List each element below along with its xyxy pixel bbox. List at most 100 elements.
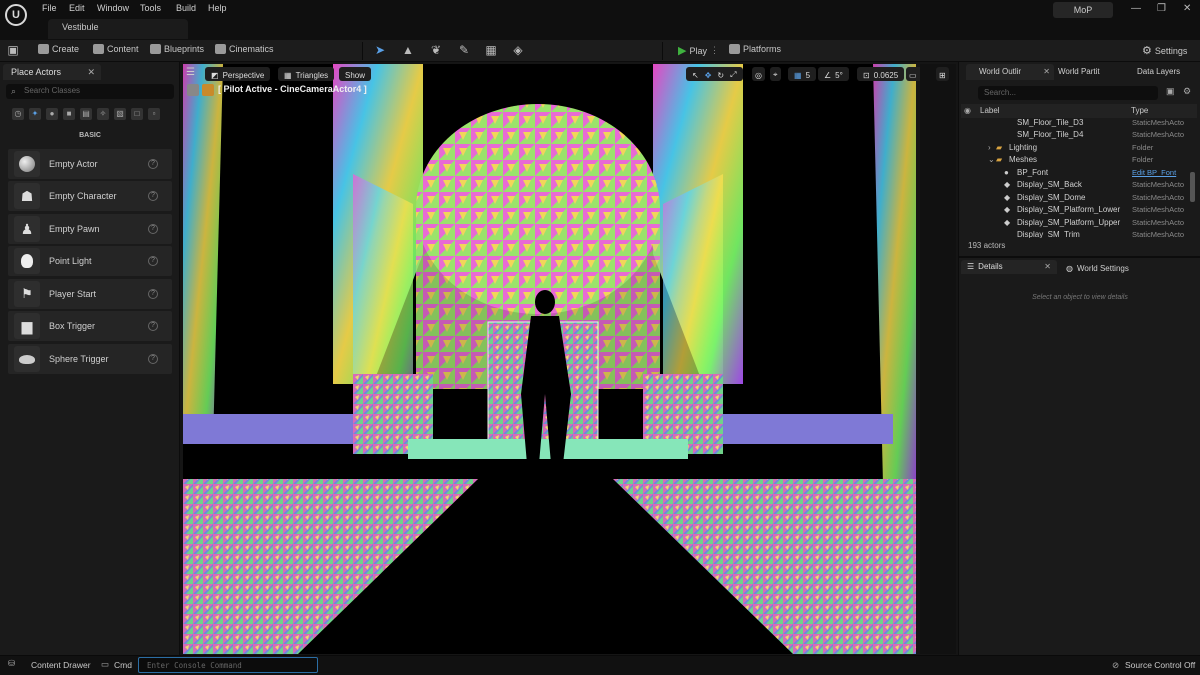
- translate-icon[interactable]: ✥: [705, 71, 712, 80]
- tab-world-settings[interactable]: ◍ World Settings: [1066, 261, 1129, 277]
- menu-edit[interactable]: Edit: [69, 3, 85, 13]
- rotation-snap-button[interactable]: ∠ 5°: [818, 67, 849, 81]
- grid-snap-button[interactable]: ▦ 5: [788, 67, 817, 81]
- all-classes-icon[interactable]: □: [131, 108, 143, 120]
- tab-details[interactable]: ☰ Details ✕: [961, 260, 1057, 274]
- recent-icon[interactable]: ◷: [12, 108, 24, 120]
- source-control-button[interactable]: Source Control Off: [1125, 660, 1195, 670]
- select-icon[interactable]: ↖: [692, 71, 699, 80]
- play-button[interactable]: ▶ Play ⋮: [678, 44, 719, 57]
- minimize-icon[interactable]: —: [1131, 3, 1141, 14]
- cmd-button[interactable]: Cmd: [114, 660, 132, 670]
- select-mode-icon[interactable]: ➤: [373, 43, 387, 57]
- cinematics-button[interactable]: Cinematics: [215, 44, 274, 54]
- level-viewport[interactable]: [183, 64, 916, 654]
- actor-empty-pawn[interactable]: ♟ Empty Pawn?: [8, 214, 172, 244]
- world-local-toggle[interactable]: ◎: [752, 67, 765, 81]
- help-icon[interactable]: ?: [148, 256, 158, 266]
- edit-blueprint-link[interactable]: Edit BP_Font: [1132, 168, 1176, 177]
- camera-thumb-icon[interactable]: [187, 84, 199, 96]
- close-tab-icon[interactable]: ✕: [1044, 262, 1051, 271]
- actor-sphere-trigger[interactable]: Sphere Trigger?: [8, 344, 172, 374]
- outliner-scrollbar[interactable]: [1190, 172, 1195, 202]
- outliner-row[interactable]: ◆ Display_SM_Back StaticMeshActo: [961, 180, 1191, 192]
- outliner-row[interactable]: ◆ Display_SM_Platform_Upper StaticMeshActo: [961, 218, 1191, 230]
- play-options-icon[interactable]: ⋮: [710, 45, 719, 56]
- lights-category-icon[interactable]: ●: [46, 108, 58, 120]
- maximize-icon[interactable]: ❐: [1157, 3, 1166, 14]
- outliner-row[interactable]: ◆ Display_SM_Platform_Lower StaticMeshActo: [961, 205, 1191, 217]
- project-name: MoP: [1053, 2, 1113, 18]
- actor-empty-actor[interactable]: Empty Actor?: [8, 149, 172, 179]
- menu-file[interactable]: File: [42, 3, 57, 13]
- content-button[interactable]: Content: [93, 44, 139, 54]
- help-icon[interactable]: ?: [148, 354, 158, 364]
- close-icon[interactable]: ✕: [1183, 3, 1191, 14]
- shapes-category-icon[interactable]: ■: [63, 108, 75, 120]
- help-icon[interactable]: ?: [148, 224, 158, 234]
- create-button[interactable]: Create: [38, 44, 79, 54]
- outliner-row[interactable]: SM_Floor_Tile_D4 StaticMeshActo: [961, 130, 1191, 142]
- view-mode-button[interactable]: ▦ Triangles: [278, 67, 335, 81]
- menu-window[interactable]: Window: [97, 3, 129, 13]
- outliner-row[interactable]: SM_Floor_Tile_D3 StaticMeshActo: [961, 118, 1191, 130]
- settings-button[interactable]: ⚙ Settings: [1142, 44, 1187, 57]
- scale-icon[interactable]: ⤢: [730, 70, 736, 80]
- basic-category-icon[interactable]: ✦: [29, 108, 41, 120]
- search-classes-input[interactable]: Search Classes: [6, 84, 174, 99]
- console-input[interactable]: Enter Console Command: [138, 657, 318, 673]
- foliage-mode-icon[interactable]: ❦: [429, 43, 443, 57]
- col-label[interactable]: Label: [980, 106, 1000, 115]
- mesh-paint-icon[interactable]: ✎: [457, 43, 471, 57]
- more-category-icon[interactable]: ▫: [148, 108, 160, 120]
- actor-point-light[interactable]: Point Light?: [8, 246, 172, 276]
- perspective-button[interactable]: ◩ Perspective: [205, 67, 271, 81]
- cinematic-category-icon[interactable]: ▤: [80, 108, 92, 120]
- scale-snap-button[interactable]: ⊡ 0.0625: [857, 67, 905, 81]
- fracture-mode-icon[interactable]: ▦: [484, 43, 498, 57]
- tab-world-outliner[interactable]: World Outlir ✕: [966, 64, 1054, 80]
- show-button[interactable]: Show: [339, 67, 372, 81]
- menu-help[interactable]: Help: [208, 3, 227, 13]
- viewport-menu-icon[interactable]: ☰: [186, 67, 195, 78]
- settings-gear-icon[interactable]: ⚙: [1183, 86, 1191, 97]
- close-tab-icon[interactable]: ✕: [87, 67, 95, 78]
- help-icon[interactable]: ?: [148, 321, 158, 331]
- menu-build[interactable]: Build: [176, 3, 196, 13]
- outliner-row[interactable]: ◆ Display_SM_Dome StaticMeshActo: [961, 193, 1191, 205]
- blueprints-button[interactable]: Blueprints: [150, 44, 204, 54]
- actor-empty-character[interactable]: ☗ Empty Character?: [8, 181, 172, 211]
- content-drawer-button[interactable]: Content Drawer: [31, 660, 91, 670]
- tab-world-partition[interactable]: World Partit: [1045, 64, 1100, 80]
- expand-arrow-icon[interactable]: ›: [988, 143, 991, 152]
- add-folder-icon[interactable]: ▣: [1166, 86, 1175, 97]
- help-icon[interactable]: ?: [148, 191, 158, 201]
- landscape-mode-icon[interactable]: ▲: [401, 43, 415, 57]
- modeling-mode-icon[interactable]: ◈: [511, 43, 525, 57]
- volumes-category-icon[interactable]: ▧: [114, 108, 126, 120]
- surface-snap-button[interactable]: ⌖: [770, 67, 781, 81]
- eye-icon[interactable]: ◉: [964, 106, 971, 115]
- tab-level[interactable]: Vestibule: [48, 19, 188, 39]
- content-drawer-icon[interactable]: ⛁: [8, 658, 15, 669]
- outliner-row[interactable]: ● BP_Font Edit BP_Font: [961, 168, 1191, 180]
- visual-effects-icon[interactable]: ✧: [97, 108, 109, 120]
- tab-place-actors[interactable]: Place Actors ✕: [3, 64, 101, 80]
- outliner-row[interactable]: Display_SM_Trim StaticMeshActo: [961, 230, 1191, 238]
- platforms-button[interactable]: Platforms: [729, 44, 781, 54]
- eject-pilot-icon[interactable]: [202, 84, 214, 96]
- viewport-layout-button[interactable]: ⊞: [936, 67, 949, 81]
- save-icon[interactable]: ▣: [6, 43, 20, 57]
- outliner-search-input[interactable]: Search...: [978, 86, 1158, 100]
- actor-player-start[interactable]: ⚑ Player Start?: [8, 279, 172, 309]
- collapse-arrow-icon[interactable]: ⌄: [988, 155, 995, 164]
- actor-box-trigger[interactable]: ▆ Box Trigger?: [8, 311, 172, 341]
- col-type[interactable]: Type: [1131, 106, 1148, 115]
- menu-tools[interactable]: Tools: [140, 3, 161, 13]
- tab-data-layers[interactable]: Data Layers: [1124, 64, 1180, 80]
- outliner-row[interactable]: › ▰ Lighting Folder: [961, 143, 1191, 155]
- help-icon[interactable]: ?: [148, 289, 158, 299]
- rotate-icon[interactable]: ↻: [717, 71, 724, 80]
- help-icon[interactable]: ?: [148, 159, 158, 169]
- outliner-row[interactable]: ⌄ ▰ Meshes Folder: [961, 155, 1191, 167]
